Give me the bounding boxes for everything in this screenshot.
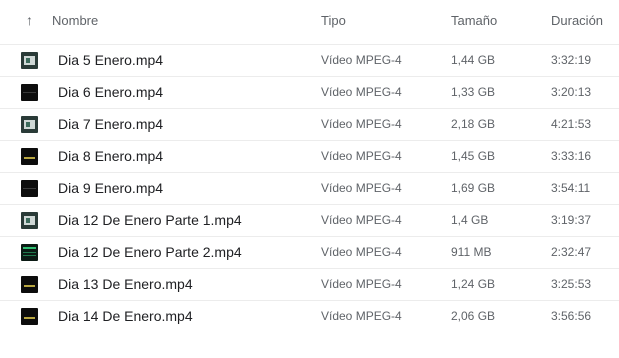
file-row[interactable]: Dia 9 Enero.mp4 Vídeo MPEG-4 1,69 GB 3:54:1… bbox=[0, 172, 619, 204]
file-row[interactable]: Dia 14 De Enero.mp4 Vídeo MPEG-4 2,06 GB 3:… bbox=[0, 300, 619, 332]
file-name: Dia 6 Enero.mp4 bbox=[58, 84, 164, 100]
column-header-type[interactable]: Tipo bbox=[321, 13, 346, 28]
file-size: 1,24 GB bbox=[451, 277, 496, 291]
video-thumbnail-icon bbox=[21, 116, 38, 133]
file-type: Vídeo MPEG-4 bbox=[321, 149, 402, 163]
file-type: Vídeo MPEG-4 bbox=[321, 213, 402, 227]
video-thumbnail-icon bbox=[21, 84, 38, 101]
file-duration: 3:33:16 bbox=[551, 149, 592, 163]
column-header: ↑ Nombre Tipo Tamaño Duración bbox=[0, 0, 619, 44]
file-name: Dia 7 Enero.mp4 bbox=[58, 116, 164, 132]
file-type: Vídeo MPEG-4 bbox=[321, 277, 402, 291]
video-thumbnail-icon bbox=[21, 308, 38, 325]
file-duration: 2:32:47 bbox=[551, 245, 592, 259]
video-thumbnail-icon bbox=[21, 52, 38, 69]
file-row[interactable]: Dia 7 Enero.mp4 Vídeo MPEG-4 2,18 GB 4:21:5… bbox=[0, 108, 619, 140]
video-thumbnail-icon bbox=[21, 180, 38, 197]
video-thumbnail-icon bbox=[21, 276, 38, 293]
file-row[interactable]: Dia 12 De Enero Parte 2.mp4 Vídeo MPEG-4 9… bbox=[0, 236, 619, 268]
file-row[interactable]: Dia 5 Enero.mp4 Vídeo MPEG-4 1,44 GB 3:32:1… bbox=[0, 44, 619, 76]
file-size: 2,06 GB bbox=[451, 309, 496, 323]
file-row[interactable]: Dia 6 Enero.mp4 Vídeo MPEG-4 1,33 GB 3:20:1… bbox=[0, 76, 619, 108]
file-duration: 4:21:53 bbox=[551, 117, 592, 131]
column-header-duration[interactable]: Duración bbox=[551, 13, 603, 28]
file-row[interactable]: Dia 13 De Enero.mp4 Vídeo MPEG-4 1,24 GB 3:… bbox=[0, 268, 619, 300]
column-header-name[interactable]: Nombre bbox=[52, 13, 98, 28]
file-name: Dia 12 De Enero Parte 2.mp4 bbox=[58, 244, 242, 260]
file-type: Vídeo MPEG-4 bbox=[321, 309, 402, 323]
file-size: 1,44 GB bbox=[451, 53, 496, 67]
file-size: 1,33 GB bbox=[451, 85, 496, 99]
file-name: Dia 13 De Enero.mp4 bbox=[58, 276, 193, 292]
file-size: 1,69 GB bbox=[451, 181, 496, 195]
file-row[interactable]: Dia 12 De Enero Parte 1.mp4 Vídeo MPEG-4 1… bbox=[0, 204, 619, 236]
file-type: Vídeo MPEG-4 bbox=[321, 53, 402, 67]
file-duration: 3:32:19 bbox=[551, 53, 592, 67]
file-duration: 3:25:53 bbox=[551, 277, 592, 291]
file-name: Dia 14 De Enero.mp4 bbox=[58, 308, 193, 324]
video-thumbnail-icon bbox=[21, 212, 38, 229]
file-duration: 3:56:56 bbox=[551, 309, 592, 323]
file-size: 1,4 GB bbox=[451, 213, 489, 227]
file-type: Vídeo MPEG-4 bbox=[321, 117, 402, 131]
column-header-size[interactable]: Tamaño bbox=[451, 13, 497, 28]
file-size: 2,18 GB bbox=[451, 117, 496, 131]
file-size: 1,45 GB bbox=[451, 149, 496, 163]
video-thumbnail-icon bbox=[21, 148, 38, 165]
arrow-up-icon[interactable]: ↑ bbox=[26, 12, 33, 28]
file-type: Vídeo MPEG-4 bbox=[321, 85, 402, 99]
file-name: Dia 5 Enero.mp4 bbox=[58, 52, 164, 68]
file-type: Vídeo MPEG-4 bbox=[321, 181, 402, 195]
file-name: Dia 9 Enero.mp4 bbox=[58, 180, 164, 196]
file-name: Dia 8 Enero.mp4 bbox=[58, 148, 164, 164]
file-size: 911 MB bbox=[451, 245, 492, 259]
file-type: Vídeo MPEG-4 bbox=[321, 245, 402, 259]
file-name: Dia 12 De Enero Parte 1.mp4 bbox=[58, 212, 242, 228]
file-list: Dia 5 Enero.mp4 Vídeo MPEG-4 1,44 GB 3:32:1… bbox=[0, 44, 619, 332]
file-row[interactable]: Dia 8 Enero.mp4 Vídeo MPEG-4 1,45 GB 3:33:1… bbox=[0, 140, 619, 172]
file-duration: 3:19:37 bbox=[551, 213, 592, 227]
video-thumbnail-icon bbox=[21, 244, 38, 261]
file-duration: 3:54:11 bbox=[551, 181, 591, 195]
file-duration: 3:20:13 bbox=[551, 85, 592, 99]
